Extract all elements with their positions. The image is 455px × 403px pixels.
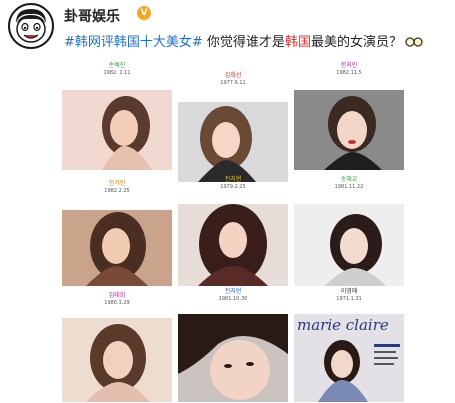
grid-photo-4[interactable]	[62, 210, 172, 286]
grid-photo-6[interactable]	[294, 204, 404, 286]
cartoon-face-icon	[16, 9, 46, 43]
birth-date: 1981.11.22	[334, 184, 364, 190]
grid-label-1: 손예진 1982. 1.11	[62, 62, 172, 77]
grid-photo-1[interactable]	[62, 90, 172, 170]
hashtag-link[interactable]: #韩网评韩国十大美女#	[64, 35, 203, 50]
actress-name: 이영애	[340, 288, 358, 295]
birth-date: 1980.3.29	[104, 300, 130, 306]
actress-name: 전지현	[224, 176, 242, 183]
actress-name: 전지현	[224, 288, 242, 295]
actress-name: 한지민	[340, 62, 358, 69]
actress-name: 김희선	[224, 72, 242, 79]
photo-grid[interactable]: 손예진 1982. 1.11 김희선 1977.6.11 한지민 1982.11…	[62, 56, 408, 402]
post-text-before: 你觉得谁才是	[202, 35, 285, 50]
grid-photo-3[interactable]	[294, 90, 404, 170]
grid-label-5: 전지현 1979.2.25	[178, 176, 288, 191]
grid-photo-2[interactable]	[178, 102, 288, 182]
birth-date: 1981.10.30	[218, 296, 248, 302]
actress-name: 손예진	[108, 62, 126, 69]
birth-date: 1979.2.25	[220, 184, 246, 190]
birth-date: 1982. 1.11	[103, 70, 131, 76]
grid-photo-8[interactable]	[178, 314, 288, 402]
username[interactable]: 卦哥娱乐	[64, 6, 120, 26]
grid-label-3: 한지민 1982.11.5	[294, 62, 404, 77]
grid-label-4: 한가인 1982.2.25	[62, 180, 172, 195]
magazine-title: marie claire	[297, 316, 389, 334]
actress-name: 한가인	[108, 180, 126, 187]
grid-label-7: 김태희 1980.3.29	[62, 292, 172, 307]
birth-date: 1977.6.11	[220, 80, 246, 86]
grid-label-2: 김희선 1977.6.11	[178, 72, 288, 87]
avatar[interactable]	[8, 3, 54, 49]
glasses-emoji-icon	[405, 34, 423, 48]
grid-photo-5[interactable]	[178, 204, 288, 286]
grid-photo-7[interactable]	[62, 318, 172, 402]
grid-photo-9[interactable]: marie claire	[294, 314, 404, 402]
post-text: #韩网评韩国十大美女# 你觉得谁才是韩国最美的女演员？	[64, 31, 423, 50]
grid-label-9: 이영애 1971.1.31	[294, 288, 404, 303]
birth-date: 1971.1.31	[336, 296, 362, 302]
grid-label-8: 전지현 1981.10.30	[178, 288, 288, 303]
verified-badge-icon: V	[137, 6, 151, 20]
birth-date: 1982.11.5	[336, 70, 362, 76]
grid-label-6: 송혜교 1981.11.22	[294, 176, 404, 191]
keyword-link[interactable]: 韩国	[285, 35, 311, 50]
actress-name: 김태희	[108, 292, 126, 299]
actress-name: 송혜교	[340, 176, 358, 183]
birth-date: 1982.2.25	[104, 188, 130, 194]
post-text-after: 最美的女演员？	[310, 35, 402, 50]
